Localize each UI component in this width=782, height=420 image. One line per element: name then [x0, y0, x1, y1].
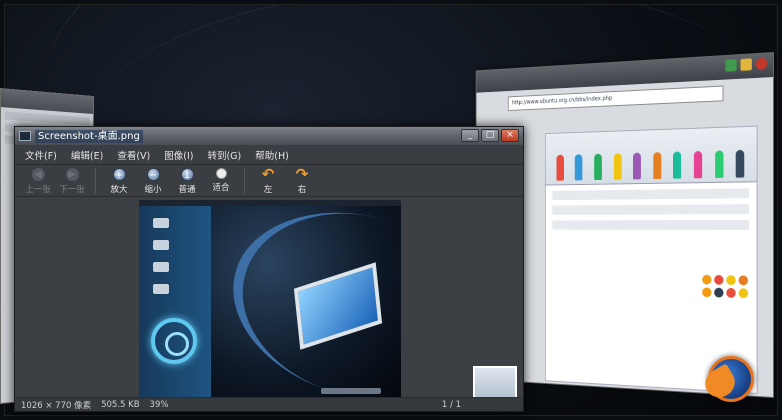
zoom-normal-button[interactable]: 1 普通 — [170, 165, 204, 195]
zoom-level: 39% — [149, 399, 169, 410]
banner-figure — [653, 152, 662, 180]
file-size: 505.5 KB — [101, 399, 140, 410]
banner-figure — [556, 154, 564, 181]
image-canvas[interactable] — [15, 198, 523, 404]
rotate-left-button[interactable]: ↶ 左 — [251, 165, 285, 196]
smiley-icon[interactable] — [714, 274, 724, 285]
rotate-right-icon: ↷ — [295, 165, 309, 183]
menu-help[interactable]: 帮助(H) — [255, 148, 289, 162]
stop-icon[interactable] — [755, 57, 768, 71]
viewer-titlebar[interactable]: Screenshot-桌面.png _ □ × — [15, 127, 523, 145]
url-bar[interactable]: http://www.ubuntu.org.cn/bbs/index.php — [507, 85, 724, 111]
banner-figure — [693, 150, 703, 179]
banner-figure — [714, 150, 724, 179]
forum-nav — [552, 204, 749, 215]
menu-go[interactable]: 转到(G) — [207, 148, 241, 162]
image-app-icon — [19, 131, 31, 141]
menu-image[interactable]: 图像(I) — [164, 148, 193, 162]
menu-file[interactable]: 文件(F) — [25, 148, 57, 162]
firefox-icon[interactable] — [708, 356, 754, 402]
maximize-button[interactable]: □ — [481, 129, 499, 142]
next-button[interactable]: ▶ 下一张 — [55, 165, 89, 195]
forum-nav — [552, 220, 749, 230]
smiley-icon[interactable] — [702, 287, 712, 298]
smiley-icon[interactable] — [738, 288, 749, 299]
image-viewer-window[interactable]: Screenshot-桌面.png _ □ × 文件(F) 编辑(E) 查看(V… — [14, 126, 524, 412]
menu-view[interactable]: 查看(V) — [117, 148, 150, 162]
content-row — [4, 111, 90, 126]
zoom-fit-button[interactable]: 适合 — [204, 165, 238, 193]
status-bar: 1026 × 770 像素 505.5 KB 39% 1 / 1 — [15, 397, 523, 411]
web-page — [544, 125, 758, 395]
menu-bar: 文件(F) 编辑(E) 查看(V) 图像(I) 转到(G) 帮助(H) — [15, 145, 523, 165]
rotate-left-icon: ↶ — [261, 165, 275, 183]
zoom-normal-icon: 1 — [180, 168, 194, 181]
image-dimensions: 1026 × 770 像素 — [21, 400, 92, 411]
displayed-image[interactable] — [139, 200, 401, 398]
banner-figure — [613, 153, 622, 180]
next-icon: ▶ — [65, 168, 79, 181]
banner-figure — [575, 154, 583, 181]
banner-figure — [735, 149, 745, 178]
toolbar-separator — [95, 168, 96, 194]
image-desktop-icon — [153, 240, 169, 250]
image-desktop-icon — [153, 218, 169, 228]
image-wallpaper — [211, 200, 401, 398]
toolbar-separator — [244, 168, 245, 194]
smiley-icon[interactable] — [714, 287, 724, 298]
banner-figure — [594, 153, 602, 181]
menu-edit[interactable]: 编辑(E) — [71, 148, 103, 162]
toolbar: ◀ 上一张 ▶ 下一张 + 放大 − 缩小 1 普通 适合 ↶ 左 ↷ 右 — [15, 165, 523, 197]
banner-figure — [673, 151, 682, 179]
zoom-out-icon: − — [146, 168, 160, 181]
rotate-right-button[interactable]: ↷ 右 — [285, 165, 319, 196]
banner-figure — [633, 152, 642, 180]
forum-nav — [552, 188, 749, 201]
image-desktop-icon — [153, 284, 169, 294]
previous-button[interactable]: ◀ 上一张 — [21, 165, 55, 195]
bell-icon[interactable] — [740, 58, 752, 71]
minimize-button[interactable]: _ — [461, 129, 479, 142]
smiley-icon[interactable] — [726, 275, 736, 286]
smiley-icon[interactable] — [702, 274, 712, 285]
image-position: 1 / 1 — [441, 399, 461, 410]
image-desktop-sidebar — [139, 206, 211, 398]
zoom-out-button[interactable]: − 缩小 — [136, 165, 170, 195]
image-dock — [321, 388, 381, 394]
zoom-fit-icon — [215, 168, 227, 179]
smiley-icon[interactable] — [726, 287, 736, 298]
smiley-icon[interactable] — [738, 275, 749, 286]
addon-icon[interactable] — [725, 59, 737, 72]
image-desktop-icon — [153, 262, 169, 272]
image-glow-rings — [151, 318, 197, 364]
zoom-in-button[interactable]: + 放大 — [102, 165, 136, 195]
previous-icon: ◀ — [31, 168, 45, 181]
emoticon-grid — [702, 274, 751, 299]
close-button[interactable]: × — [501, 129, 519, 142]
zoom-in-icon: + — [112, 168, 126, 181]
forum-banner — [545, 126, 757, 186]
window-title: Screenshot-桌面.png — [35, 129, 143, 143]
